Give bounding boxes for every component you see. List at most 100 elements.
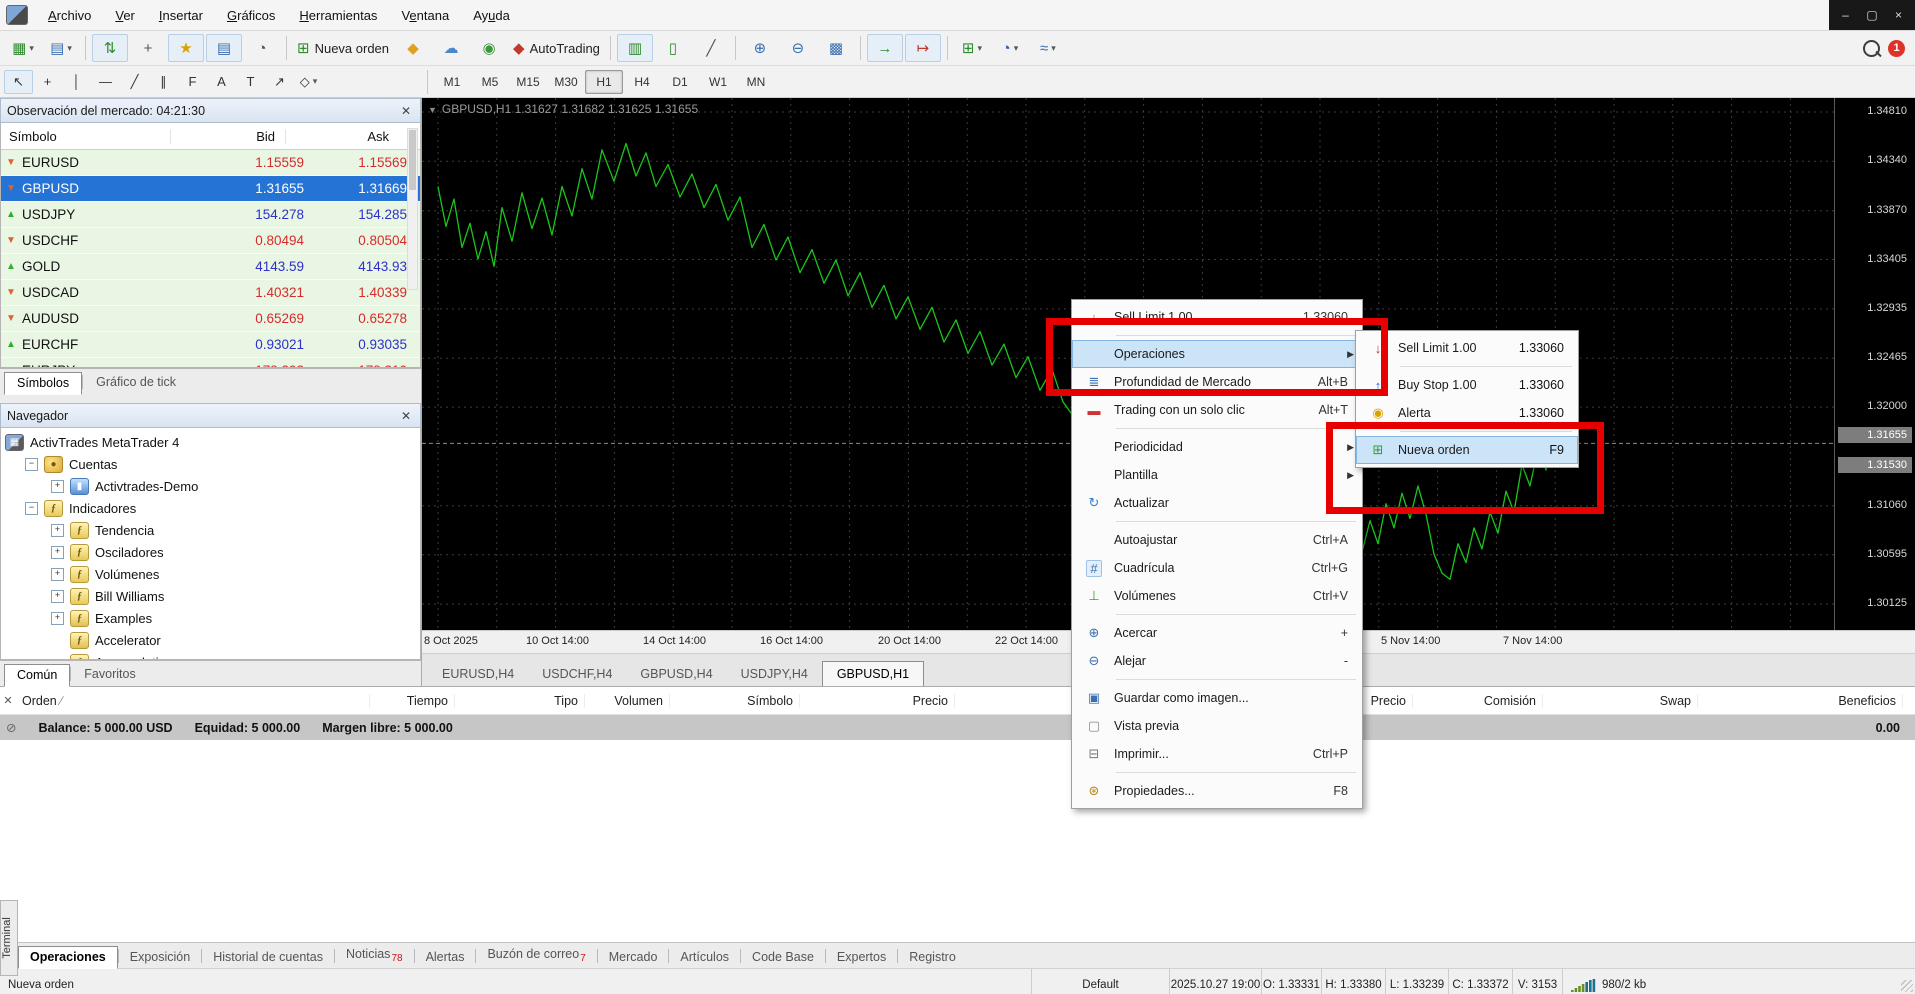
timeframe-w1[interactable]: W1 [699,70,737,94]
new-chart-button[interactable]: ▦▾ [5,34,41,62]
menu-item-imprimir[interactable]: ⊟Imprimir...Ctrl+P [1072,740,1362,768]
trendline-tool[interactable]: ╱ [120,70,149,94]
periods-button[interactable]: ◔▾ [992,34,1028,62]
tree-item-cuentas[interactable]: −●Cuentas [1,453,420,475]
tree-item-indicadores[interactable]: −ƒIndicadores [1,497,420,519]
fibonacci-tool[interactable]: F [178,70,207,94]
close-icon[interactable]: ✕ [398,104,414,118]
maximize-button[interactable]: ▢ [1862,8,1882,22]
auto-scroll-button[interactable]: → [867,34,903,62]
tree-item-activtrades-metatrader-4[interactable]: ▦ActivTrades MetaTrader 4 [1,431,420,453]
tab-grafico-de-tick[interactable]: Gráfico de tick [83,371,189,394]
timeframe-mn[interactable]: MN [737,70,775,94]
menu-graficos[interactable]: Gráficos [215,1,287,30]
menu-item-profundidad-de-mercado[interactable]: ≣Profundidad de MercadoAlt+B [1072,368,1362,396]
menu-item-plantilla[interactable]: Plantilla▶ [1072,461,1362,489]
menu-item-actualizar[interactable]: ↻Actualizar [1072,489,1362,517]
minimize-button[interactable]: – [1836,8,1856,22]
cursor-tool[interactable]: ↖ [4,70,33,94]
terminal-tab-code-base[interactable]: Code Base [741,947,825,968]
chart-tab-gbpusd-h1[interactable]: GBPUSD,H1 [822,661,924,687]
chart-tab-usdjpy-h4[interactable]: USDJPY,H4 [727,662,822,687]
tree-item-accumulation[interactable]: ƒAccumulation [1,651,420,660]
autotrading-button[interactable]: ◆AutoTrading [509,34,604,62]
market-row-audusd[interactable]: ▼AUDUSD0.652690.65278 [1,306,420,332]
tree-item-bill-williams[interactable]: +ƒBill Williams [1,585,420,607]
strategy-tester-button[interactable]: ◔ [244,34,280,62]
search-icon[interactable] [1863,40,1880,57]
resize-grip[interactable] [1901,980,1913,992]
collapse-icon[interactable]: − [25,502,38,515]
terminal-tab-operaciones[interactable]: Operaciones [18,946,118,969]
menu-item-periodicidad[interactable]: Periodicidad▶ [1072,433,1362,461]
expand-icon[interactable]: + [51,480,64,493]
timeframe-d1[interactable]: D1 [661,70,699,94]
menu-item-alerta[interactable]: ◉Alerta1.33060 [1356,399,1578,427]
menu-ver[interactable]: Ver [103,1,147,30]
timeframe-m1[interactable]: M1 [433,70,471,94]
menu-item-alejar[interactable]: ⊖Alejar- [1072,647,1362,675]
menu-item-cuadricula[interactable]: #CuadrículaCtrl+G [1072,554,1362,582]
expand-icon[interactable]: + [51,524,64,537]
terminal-tab-alertas[interactable]: Alertas [415,947,476,968]
menu-item-sell-limit-1-00[interactable]: ↓Sell Limit 1.001.33060 [1072,303,1362,331]
expand-icon[interactable]: + [51,612,64,625]
menu-item-nueva-orden[interactable]: ⊞Nueva ordenF9 [1356,436,1578,464]
menu-item-volumenes[interactable]: ⊥VolúmenesCtrl+V [1072,582,1362,610]
data-window-button[interactable]: + [130,34,166,62]
menu-item-autoajustar[interactable]: AutoajustarCtrl+A [1072,526,1362,554]
expand-icon[interactable]: + [51,568,64,581]
menu-insertar[interactable]: Insertar [147,1,215,30]
tab-favoritos[interactable]: Favoritos [71,663,148,686]
price-axis[interactable]: 1.348101.343401.338701.334051.329351.324… [1834,98,1915,630]
expand-icon[interactable]: + [51,590,64,603]
text-tool[interactable]: A [207,70,236,94]
tab-simbolos[interactable]: Símbolos [4,372,82,395]
menu-item-guardar-como-imagen[interactable]: ▣Guardar como imagen... [1072,684,1362,712]
new-chart-2-button[interactable]: ⊞▾ [954,34,990,62]
menu-archivo[interactable]: Archivo [36,1,103,30]
tree-item-tendencia[interactable]: +ƒTendencia [1,519,420,541]
tree-item-volumenes[interactable]: +ƒVolúmenes [1,563,420,585]
column-tipo[interactable]: Tipo [455,694,585,708]
tree-item-accelerator[interactable]: ƒAccelerator [1,629,420,651]
chart-shift-button[interactable]: ↦ [905,34,941,62]
market-row-usdcad[interactable]: ▼USDCAD1.403211.40339 [1,280,420,306]
terminal-toggle-button[interactable]: ▤ [206,34,242,62]
tree-item-examples[interactable]: +ƒExamples [1,607,420,629]
menu-item-propiedades[interactable]: ⊛Propiedades...F8 [1072,777,1362,805]
tree-item-activtrades-demo[interactable]: +▮Activtrades-Demo [1,475,420,497]
indicators-list-button[interactable]: ≈▾ [1030,34,1066,62]
menu-ayuda[interactable]: Ayuda [461,1,522,30]
column-simbolo[interactable]: Símbolo [1,129,171,144]
market-row-eurjpy[interactable]: ▼EURJPY178.292178.310 [1,358,420,367]
tile-windows-button[interactable]: ▩ [818,34,854,62]
terminal-tab-historial-de-cuentas[interactable]: Historial de cuentas [202,947,334,968]
cloud-button[interactable]: ☁ [433,34,469,62]
column-beneficios-right[interactable]: Beneficios [1698,694,1903,708]
timeframe-m30[interactable]: M30 [547,70,585,94]
column-swap-right[interactable]: Swap [1543,694,1698,708]
market-row-usdchf[interactable]: ▼USDCHF0.804940.80504 [1,228,420,254]
menu-item-acercar[interactable]: ⊕Acercar+ [1072,619,1362,647]
menu-item-trading-con-un-solo-clic[interactable]: ▬Trading con un solo clicAlt+T [1072,396,1362,424]
close-icon[interactable]: ✕ [398,409,414,423]
menu-item-vista-previa[interactable]: ▢Vista previa [1072,712,1362,740]
channel-tool[interactable]: ∥ [149,70,178,94]
close-button[interactable]: × [1889,8,1909,22]
tab-comun[interactable]: Común [4,664,70,687]
horizontal-line-tool[interactable]: — [91,70,120,94]
bar-chart-mode-button[interactable]: ▥ [617,34,653,62]
timeframe-h1[interactable]: H1 [585,70,623,94]
terminal-tab-noticias[interactable]: Noticias78 [335,944,414,968]
terminal-tab-expertos[interactable]: Expertos [826,947,897,968]
column-precio[interactable]: Precio [800,694,955,708]
menu-item-sell-limit-1-00[interactable]: ↓Sell Limit 1.001.33060 [1356,334,1578,362]
market-row-gold[interactable]: ▲GOLD4143.594143.93 [1,254,420,280]
menu-herramientas[interactable]: Herramientas [287,1,389,30]
timeframe-m5[interactable]: M5 [471,70,509,94]
timeframe-h4[interactable]: H4 [623,70,661,94]
terminal-tab-buzon-de-correo[interactable]: Buzón de correo7 [476,944,596,968]
terminal-tab-exposicion[interactable]: Exposición [119,947,201,968]
column-ask[interactable]: Ask [286,129,399,144]
